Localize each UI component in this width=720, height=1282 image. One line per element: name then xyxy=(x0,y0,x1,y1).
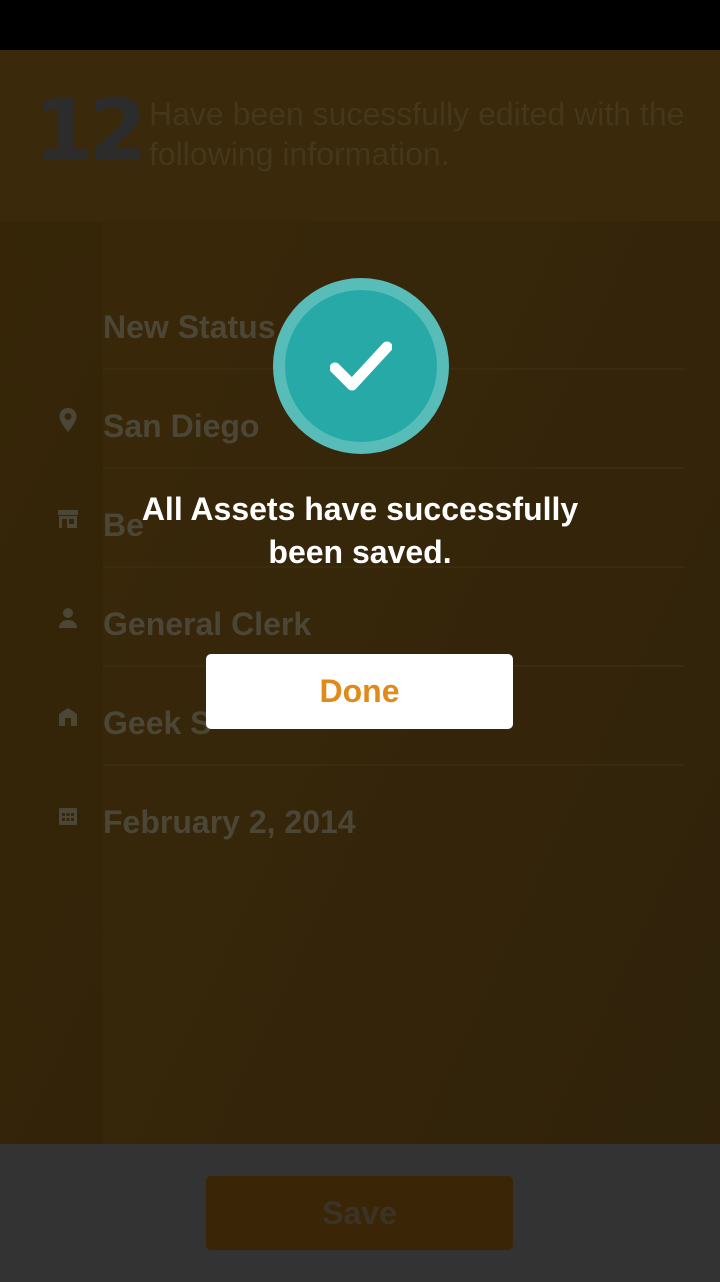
save-button[interactable]: Save xyxy=(206,1176,513,1250)
field-label: General Clerk xyxy=(103,606,312,642)
field-label: February 2, 2014 xyxy=(103,804,356,840)
success-message: All Assets have successfully been saved. xyxy=(141,491,579,570)
field-row-date[interactable]: February 2, 2014 xyxy=(0,766,720,865)
success-badge xyxy=(273,278,449,454)
field-label: Geek S xyxy=(103,705,212,741)
status-bar xyxy=(0,0,720,50)
field-label: New Status xyxy=(103,309,276,345)
building-icon xyxy=(56,705,80,729)
field-label: San Diego xyxy=(103,408,260,444)
calendar-icon xyxy=(56,804,80,828)
field-row-role[interactable]: General Clerk xyxy=(0,568,720,667)
done-button[interactable]: Done xyxy=(206,654,513,729)
storefront-icon xyxy=(56,507,80,531)
edit-summary: 12 Have been sucessfully edited with the… xyxy=(0,50,720,221)
person-icon xyxy=(56,606,80,630)
edited-count: 12 xyxy=(34,81,148,181)
summary-description: Have been sucessfully edited with the fo… xyxy=(149,96,685,172)
checkmark-icon xyxy=(285,290,437,442)
footer-bar: Save xyxy=(0,1144,720,1282)
location-pin-icon xyxy=(56,408,80,432)
